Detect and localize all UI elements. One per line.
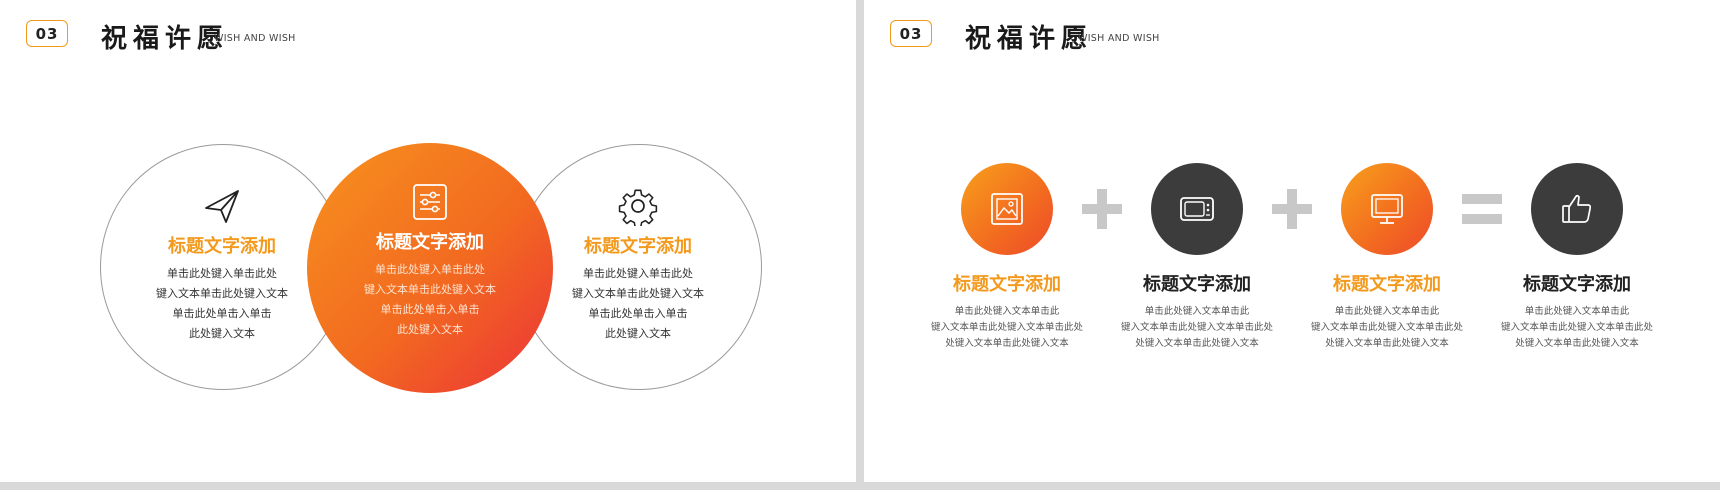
body-line: 处键入文本单击此处键入文本	[1325, 338, 1449, 349]
slide-left: 03 祝福许愿 WISH AND WISH 标题文字添加 单击此处键入单击此处 …	[0, 0, 856, 482]
body-line: 键入文本单击此处键入文本单击此处	[1310, 322, 1463, 333]
body-line: 单击此处键入文本单击此	[1144, 306, 1250, 317]
body-line: 单击此处键入单击此处	[375, 263, 485, 276]
slide-subtitle: WISH AND WISH	[214, 33, 296, 44]
thumbs-up-icon	[1562, 194, 1592, 223]
body-line: 单击此处键入文本单击此	[954, 306, 1060, 317]
body-line: 处键入文本单击此处键入文本	[1135, 338, 1259, 349]
slide-subtitle: WISH AND WISH	[1078, 33, 1160, 44]
paper-plane-icon	[205, 190, 239, 223]
image-icon	[991, 193, 1023, 225]
monitor-icon	[1371, 194, 1403, 224]
body-line: 键入文本单击此处键入文本单击此处	[1500, 322, 1653, 333]
circle-title: 标题文字添加	[376, 232, 484, 253]
circle-card-1: 标题文字添加 单击此处键入单击此处 键入文本单击此处键入文本 单击此处单击入单击…	[137, 186, 307, 344]
body-line: 单击此处键入文本单击此	[1524, 306, 1630, 317]
item-body: 单击此处键入文本单击此 键入文本单击此处键入文本单击此处 处键入文本单击此处键入…	[1117, 304, 1277, 352]
body-line: 键入文本单击此处键入文本	[156, 287, 288, 300]
circle-card-2: 标题文字添加 单击此处键入单击此处 键入文本单击此处键入文本 单击此处单击入单击…	[345, 182, 515, 340]
body-line: 键入文本单击此处键入文本单击此处	[1120, 322, 1273, 333]
body-line: 此处键入文本	[605, 327, 671, 340]
body-line: 单击此处单击入单击	[588, 307, 688, 320]
body-line: 键入文本单击此处键入文本单击此处	[930, 322, 1083, 333]
body-line: 键入文本单击此处键入文本	[572, 287, 704, 300]
body-line: 此处键入文本	[397, 323, 463, 336]
body-line: 处键入文本单击此处键入文本	[945, 338, 1069, 349]
item-title: 标题文字添加	[1523, 274, 1631, 295]
item-card-2: 标题文字添加 单击此处键入文本单击此 键入文本单击此处键入文本单击此处 处键入文…	[1117, 270, 1277, 352]
item-body: 单击此处键入文本单击此 键入文本单击此处键入文本单击此处 处键入文本单击此处键入…	[1307, 304, 1467, 352]
section-number-badge: 03	[26, 20, 68, 47]
item-body: 单击此处键入文本单击此 键入文本单击此处键入文本单击此处 处键入文本单击此处键入…	[1497, 304, 1657, 352]
icon-circle-2	[1151, 163, 1243, 255]
slide-title: 祝福许愿	[101, 24, 230, 54]
icon-circle-1	[961, 163, 1053, 255]
circle-title: 标题文字添加	[584, 236, 692, 257]
body-line: 此处键入文本	[189, 327, 255, 340]
item-card-1: 标题文字添加 单击此处键入文本单击此 键入文本单击此处键入文本单击此处 处键入文…	[927, 270, 1087, 352]
body-line: 单击此处单击入单击	[172, 307, 272, 320]
item-body: 单击此处键入文本单击此 键入文本单击此处键入文本单击此处 处键入文本单击此处键入…	[927, 304, 1087, 352]
circle-body: 单击此处键入单击此处 键入文本单击此处键入文本 单击此处单击入单击 此处键入文本	[345, 260, 515, 340]
body-line: 单击此处键入单击此处	[167, 267, 277, 280]
item-card-4: 标题文字添加 单击此处键入文本单击此 键入文本单击此处键入文本单击此处 处键入文…	[1497, 270, 1657, 352]
item-title: 标题文字添加	[1333, 274, 1441, 295]
slide-right: 03 祝福许愿 WISH AND WISH 标题文字添加 单击此处键入文本单击此…	[864, 0, 1720, 482]
plus-icon	[1082, 189, 1122, 229]
circle-body: 单击此处键入单击此处 键入文本单击此处键入文本 单击此处单击入单击 此处键入文本	[137, 264, 307, 344]
icon-circle-3	[1341, 163, 1433, 255]
plus-icon	[1272, 189, 1312, 229]
gear-icon	[618, 189, 658, 226]
item-card-3: 标题文字添加 单击此处键入文本单击此 键入文本单击此处键入文本单击此处 处键入文…	[1307, 270, 1467, 352]
item-title: 标题文字添加	[953, 274, 1061, 295]
circle-card-3: 标题文字添加 单击此处键入单击此处 键入文本单击此处键入文本 单击此处单击入单击…	[553, 186, 723, 344]
circle-title: 标题文字添加	[168, 236, 276, 257]
item-title: 标题文字添加	[1143, 274, 1251, 295]
body-line: 处键入文本单击此处键入文本	[1515, 338, 1639, 349]
icon-circle-4	[1531, 163, 1623, 255]
circle-body: 单击此处键入单击此处 键入文本单击此处键入文本 单击此处单击入单击 此处键入文本	[553, 264, 723, 344]
equals-icon	[1462, 194, 1502, 224]
slide-title: 祝福许愿	[965, 24, 1094, 54]
tv-icon	[1180, 197, 1214, 221]
body-line: 单击此处单击入单击	[380, 303, 480, 316]
section-number-badge: 03	[890, 20, 932, 47]
sliders-icon	[413, 184, 447, 220]
body-line: 单击此处键入文本单击此	[1334, 306, 1440, 317]
body-line: 键入文本单击此处键入文本	[364, 283, 496, 296]
body-line: 单击此处键入单击此处	[583, 267, 693, 280]
